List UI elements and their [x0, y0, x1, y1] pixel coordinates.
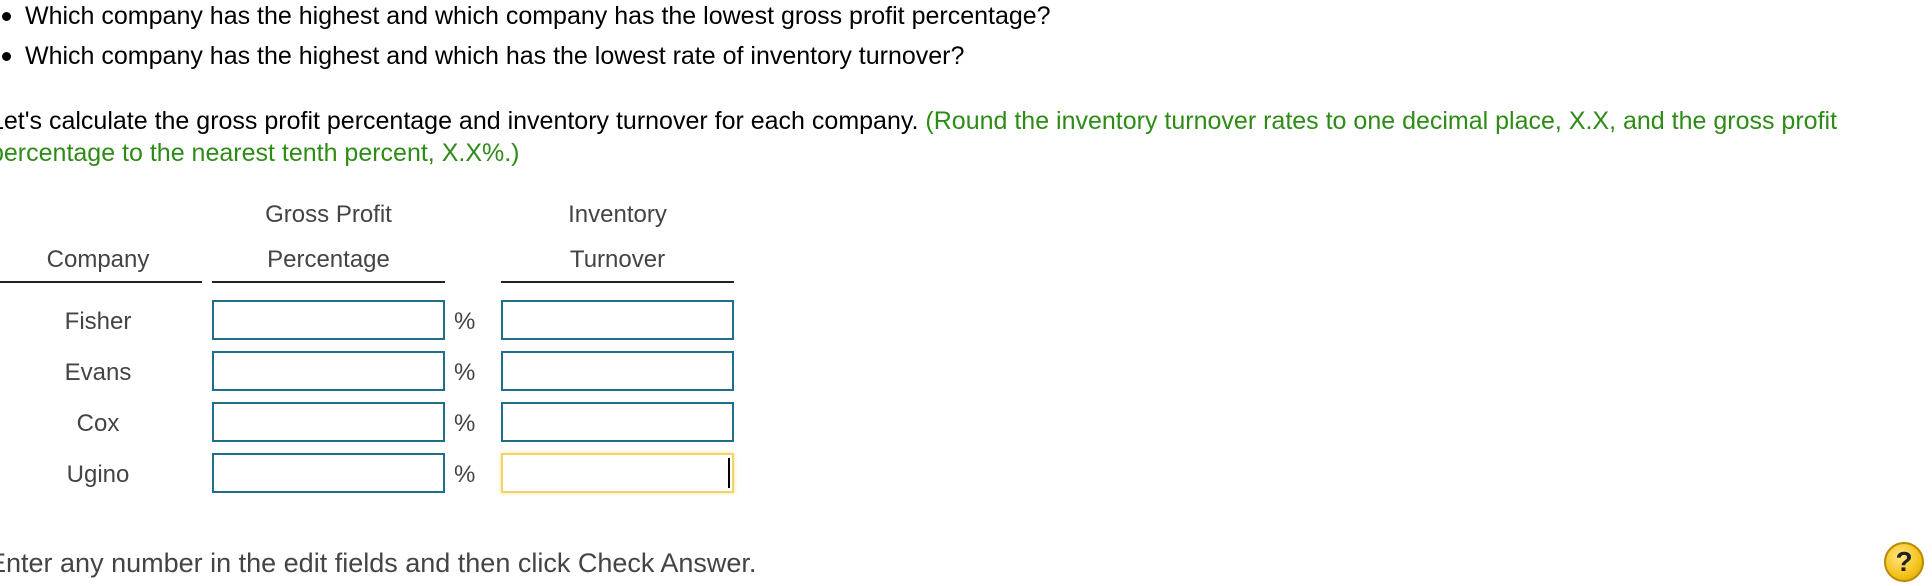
inventory-turnover-input[interactable] — [501, 402, 734, 442]
header-rule-gross-profit — [212, 281, 445, 283]
footer-instruction: Enter any number in the edit fields and … — [0, 548, 757, 578]
percent-symbol: % — [454, 308, 476, 335]
header-inventory-line2: Turnover — [569, 246, 666, 273]
inventory-turnover-input[interactable] — [501, 351, 734, 391]
question-text: Which company has the highest and which … — [25, 2, 1051, 30]
instruction-text: Let's calculate the gross profit percent… — [0, 107, 919, 135]
text-caret — [728, 458, 730, 488]
inventory-turnover-input[interactable] — [501, 300, 734, 340]
gross-profit-input[interactable] — [212, 453, 445, 493]
company-name: Fisher — [64, 308, 132, 335]
inventory-turnover-input-active[interactable] — [501, 453, 734, 493]
gross-profit-input[interactable] — [212, 351, 445, 391]
gross-profit-input[interactable] — [212, 300, 445, 340]
header-gross-profit-line2: Percentage — [267, 246, 390, 273]
header-inventory-line1: Inventory — [568, 201, 667, 228]
question-text: Which company has the highest and which … — [25, 42, 965, 70]
bullet-dot-icon — [2, 52, 11, 61]
header-gross-profit-line1: Gross Profit — [265, 201, 392, 228]
gross-profit-input[interactable] — [212, 402, 445, 442]
company-name: Ugino — [66, 461, 130, 488]
help-button[interactable]: ? — [1884, 542, 1924, 582]
question-mark-icon: ? — [1895, 546, 1913, 577]
header-rule-company — [0, 281, 202, 283]
header-rule-inventory — [501, 281, 734, 283]
company-name: Cox — [76, 410, 120, 437]
instruction-paragraph: Let's calculate the gross profit percent… — [0, 105, 1870, 169]
bullet-dot-icon — [2, 12, 11, 21]
header-company: Company — [46, 246, 150, 273]
percent-symbol: % — [454, 359, 476, 386]
percent-symbol: % — [454, 461, 476, 488]
percent-symbol: % — [454, 410, 476, 437]
company-name: Evans — [64, 359, 132, 386]
